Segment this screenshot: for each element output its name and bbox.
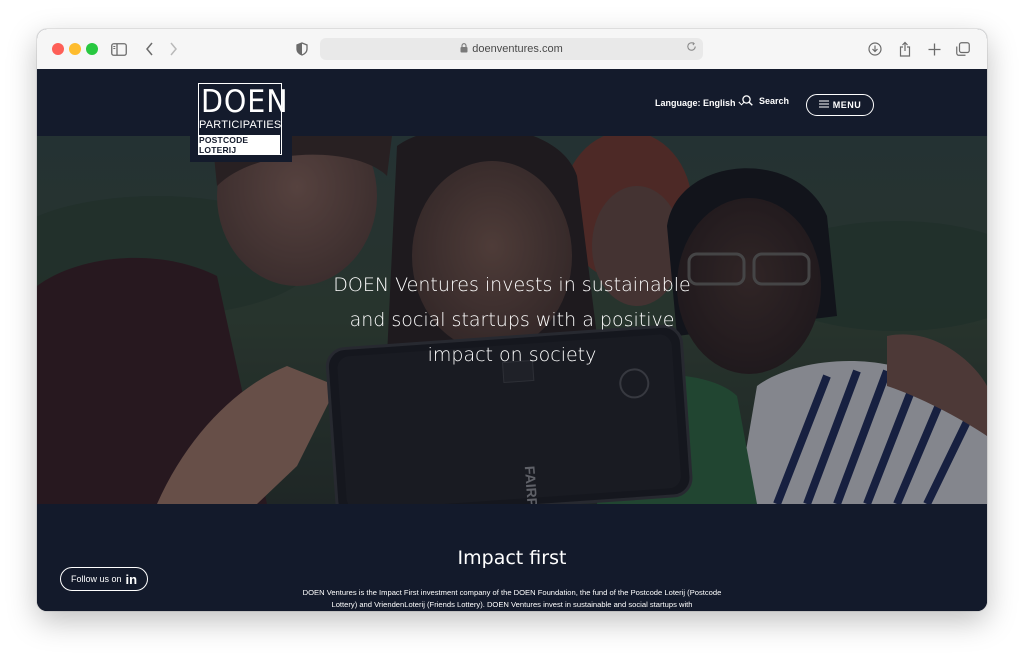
share-icon[interactable] (895, 38, 915, 60)
language-selector[interactable]: Language: English (655, 98, 745, 108)
reload-icon[interactable] (686, 41, 697, 55)
impact-title: Impact first (457, 547, 567, 569)
logo-subtitle: PARTICIPATIES (199, 119, 282, 131)
address-bar[interactable]: doenventures.com (320, 38, 703, 60)
forward-icon[interactable] (165, 38, 181, 60)
follow-linkedin-button[interactable]: Follow us on in (60, 567, 148, 591)
hero-banner: FAIRPHONE DOEN Ventures invests in susta… (37, 136, 987, 504)
logo-title: DOEN (201, 84, 289, 120)
logo-tagline: POSTCODE LOTERIJ (199, 135, 280, 155)
zoom-window-button[interactable] (86, 43, 98, 55)
site-header: Language: English Search MENU (37, 69, 987, 136)
minimize-window-button[interactable] (69, 43, 81, 55)
sidebar-toggle-icon[interactable] (108, 38, 130, 60)
impact-body: DOEN Ventures is the Impact First invest… (302, 588, 722, 609)
search-link[interactable]: Search (742, 95, 789, 106)
follow-label: Follow us on (70, 574, 122, 584)
linkedin-icon: in (125, 571, 138, 587)
menu-button[interactable]: MENU (806, 94, 874, 116)
search-icon (742, 95, 753, 106)
back-icon[interactable] (141, 38, 157, 60)
hero-headline: DOEN Ventures invests in sustainable and… (333, 274, 691, 366)
downloads-icon[interactable] (865, 38, 885, 60)
lock-icon (460, 42, 468, 56)
privacy-shield-icon[interactable] (293, 38, 311, 60)
new-tab-icon[interactable] (924, 38, 944, 60)
browser-toolbar: doenventures.com (37, 29, 987, 70)
tab-overview-icon[interactable] (953, 38, 973, 60)
browser-window: doenventures.com Language: English Searc… (37, 29, 987, 611)
close-window-button[interactable] (52, 43, 64, 55)
site-logo[interactable]: DOEN PARTICIPATIES POSTCODE LOTERIJ (190, 69, 292, 162)
impact-section: Impact first DOEN Ventures is the Impact… (37, 504, 987, 611)
hamburger-icon (818, 99, 829, 111)
logo-frame: DOEN PARTICIPATIES POSTCODE LOTERIJ (198, 83, 289, 155)
website: Language: English Search MENU DOEN PARTI… (37, 69, 987, 611)
url-text: doenventures.com (472, 43, 563, 55)
